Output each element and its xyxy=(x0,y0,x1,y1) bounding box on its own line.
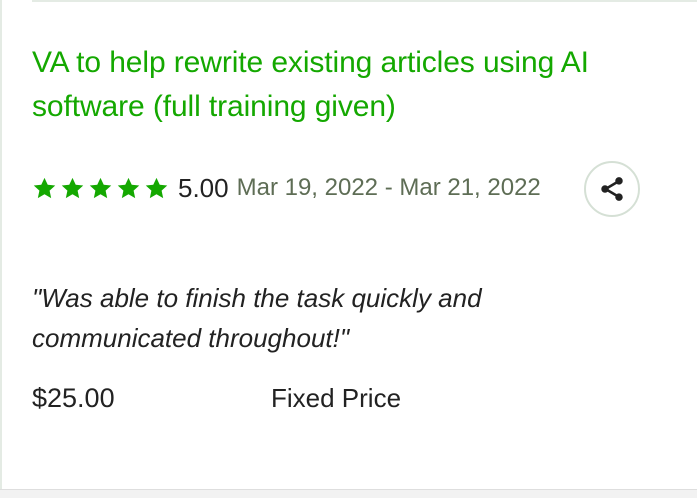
star-icon xyxy=(61,177,84,198)
star-icon xyxy=(89,177,112,198)
star-icon xyxy=(117,177,140,198)
star-icon xyxy=(33,177,56,198)
job-history-card: VA to help rewrite existing articles usi… xyxy=(0,0,697,498)
rating-value: 5.00 xyxy=(178,172,229,203)
job-date-range: Mar 19, 2022 - Mar 21, 2022 xyxy=(236,174,541,201)
client-feedback: "Was able to finish the task quickly and… xyxy=(32,283,482,353)
rating-row: 5.00 Mar 19, 2022 - Mar 21, 2022 xyxy=(32,168,541,208)
rating-stars xyxy=(32,176,172,201)
job-price: $25.00 xyxy=(32,382,115,413)
share-button[interactable] xyxy=(584,161,640,217)
job-title-link[interactable]: VA to help rewrite existing articles usi… xyxy=(32,41,682,129)
share-icon xyxy=(601,177,623,201)
card-top-divider xyxy=(32,0,697,2)
card-bottom-divider xyxy=(0,489,697,498)
card-left-border xyxy=(0,0,2,498)
star-icon xyxy=(145,177,168,198)
job-price-type: Fixed Price xyxy=(271,382,402,413)
price-row: $25.00 Fixed Price xyxy=(32,378,401,418)
